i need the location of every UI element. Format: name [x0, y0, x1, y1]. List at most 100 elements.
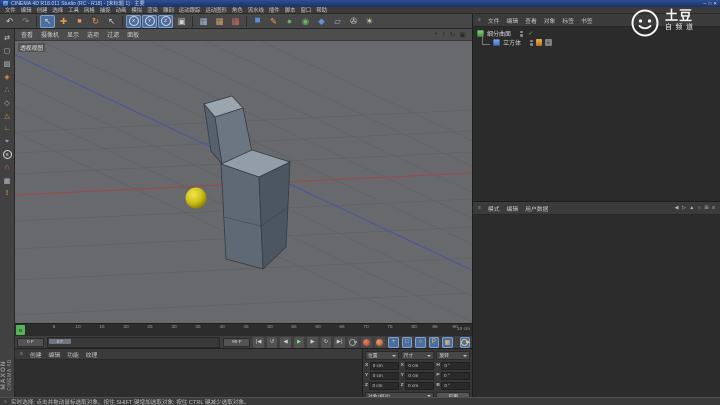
- mat-menu-create[interactable]: 创建: [30, 350, 42, 359]
- render-view-button[interactable]: ▦: [196, 15, 211, 28]
- panel-menu-icon[interactable]: ≡: [712, 205, 715, 211]
- viewport-solo-button[interactable]: ⌖: [1, 136, 13, 147]
- next-frame-button[interactable]: ▶: [307, 337, 317, 348]
- render-settings-button[interactable]: ▦: [228, 15, 243, 28]
- make-editable-button[interactable]: ⇄: [1, 32, 13, 43]
- goto-start-button[interactable]: |◀: [253, 337, 263, 348]
- end-frame-field[interactable]: 90 F: [223, 338, 250, 347]
- record-scale-toggle[interactable]: □: [402, 337, 412, 348]
- menu-animate[interactable]: 动画: [116, 6, 127, 14]
- size-dropdown[interactable]: 尺寸: [401, 351, 435, 360]
- om-menu-tags[interactable]: 标签: [562, 16, 574, 25]
- am-menu-mode[interactable]: 模式: [488, 204, 500, 213]
- selection-sphere[interactable]: [186, 188, 207, 209]
- am-menu-edit[interactable]: 编辑: [507, 204, 519, 213]
- menu-window[interactable]: 窗口: [301, 6, 312, 14]
- history-forward-icon[interactable]: ▷: [682, 205, 686, 211]
- texture-mode-button[interactable]: ▨: [1, 58, 13, 69]
- lock-element-icon[interactable]: ▲: [689, 205, 694, 211]
- live-selection-button[interactable]: ↖: [40, 15, 55, 28]
- current-frame-field[interactable]: 0 F: [17, 338, 44, 347]
- perspective-viewport[interactable]: 透视视图: [15, 41, 472, 323]
- pan-view-icon[interactable]: +: [434, 31, 438, 39]
- mat-menu-edit[interactable]: 编辑: [49, 350, 61, 359]
- frame-range-slider[interactable]: 0 F: [47, 337, 220, 348]
- redo-button[interactable]: ↷: [18, 15, 33, 28]
- previous-key-button[interactable]: ↺: [267, 337, 277, 348]
- coord-system-button[interactable]: ▣: [174, 15, 189, 28]
- menu-create[interactable]: 创建: [37, 6, 48, 14]
- lock-x-button[interactable]: X: [126, 15, 141, 28]
- om-menu-bookmarks[interactable]: 书签: [581, 16, 593, 25]
- phong-tag-icon[interactable]: ✕: [545, 39, 552, 46]
- filter-icon[interactable]: ⊞: [704, 205, 708, 211]
- play-button[interactable]: ▶: [294, 337, 304, 348]
- rot-b-field[interactable]: 0 °: [441, 382, 470, 391]
- enable-axis-button[interactable]: ∟: [1, 123, 13, 134]
- environment-button[interactable]: ▱: [330, 15, 345, 28]
- record-active-objects-button[interactable]: [361, 337, 371, 348]
- vp-menu-display[interactable]: 显示: [67, 30, 79, 39]
- om-menu-objects[interactable]: 对象: [544, 16, 556, 25]
- menu-pipeline[interactable]: 流水线: [248, 6, 264, 14]
- zoom-view-icon[interactable]: ↕: [442, 31, 446, 39]
- menu-sculpt[interactable]: 雕刻: [163, 6, 174, 14]
- material-list-area[interactable]: [15, 360, 362, 397]
- object-tree[interactable]: 细分曲面 ✓ 立方体 ✕: [473, 27, 720, 201]
- vp-menu-panel[interactable]: 面板: [127, 30, 139, 39]
- magnet-snap-button[interactable]: ∩: [1, 162, 13, 173]
- menu-character[interactable]: 角色: [232, 6, 243, 14]
- size-z-field[interactable]: 0 cm: [405, 382, 434, 391]
- undo-button[interactable]: ↶: [2, 15, 17, 28]
- move-tool-button[interactable]: ✚: [56, 15, 71, 28]
- vp-menu-filter[interactable]: 过滤: [107, 30, 119, 39]
- points-mode-button[interactable]: ∴: [1, 84, 13, 95]
- camera-button[interactable]: ✇: [346, 15, 361, 28]
- close-button[interactable]: ✕: [713, 1, 717, 7]
- menu-snap[interactable]: 捕捉: [100, 6, 111, 14]
- rot-p-field[interactable]: 0 °: [441, 372, 470, 381]
- menu-edit[interactable]: 编辑: [21, 6, 32, 14]
- minimize-button[interactable]: ─: [703, 1, 706, 7]
- vp-menu-view[interactable]: 查看: [21, 30, 33, 39]
- size-y-field[interactable]: 0 cm: [405, 372, 434, 381]
- lock-y-button[interactable]: Y: [142, 15, 157, 28]
- light-button[interactable]: ☀: [362, 15, 377, 28]
- pos-x-field[interactable]: 0 cm: [370, 362, 399, 371]
- menu-file[interactable]: 文件: [5, 6, 16, 14]
- menu-tools[interactable]: 工具: [68, 6, 79, 14]
- scale-tool-button[interactable]: ■: [72, 15, 87, 28]
- timeline-ruler[interactable]: 5 10 15 20 25 30 35 40 45 50 55 60 65 70…: [15, 323, 472, 335]
- menu-select[interactable]: 选择: [52, 6, 63, 14]
- record-position-toggle[interactable]: +: [388, 337, 398, 348]
- history-back-icon[interactable]: ◀: [675, 205, 679, 211]
- panel-burger-icon[interactable]: ≡: [478, 205, 481, 211]
- texture-tag-icon[interactable]: [536, 39, 543, 46]
- record-pla-toggle[interactable]: ▦: [442, 337, 452, 348]
- rotate-view-icon[interactable]: ↻: [450, 31, 456, 39]
- search-icon[interactable]: ○: [698, 205, 701, 211]
- previous-frame-button[interactable]: ◀: [280, 337, 290, 348]
- record-parameter-toggle[interactable]: P: [429, 337, 439, 348]
- menu-mesh[interactable]: 网格: [84, 6, 95, 14]
- menu-motion-tracker[interactable]: 运动跟踪: [179, 6, 201, 14]
- rot-h-field[interactable]: 0 °: [441, 362, 470, 371]
- visibility-dots[interactable]: [520, 31, 523, 37]
- enabled-check-icon[interactable]: ✓: [529, 31, 534, 37]
- model-mode-button[interactable]: ▢: [1, 45, 13, 56]
- polygons-mode-button[interactable]: △: [1, 110, 13, 121]
- autokey-button[interactable]: [460, 337, 470, 348]
- goto-end-button[interactable]: ▶|: [334, 337, 344, 348]
- record-keyframe-button[interactable]: [348, 337, 358, 348]
- mat-menu-function[interactable]: 功能: [67, 350, 79, 359]
- toggle-view-icon[interactable]: ▣: [459, 31, 466, 39]
- last-tool-button[interactable]: ↖: [104, 15, 119, 28]
- enable-snap-button[interactable]: S: [1, 149, 13, 160]
- next-key-button[interactable]: ↻: [321, 337, 331, 348]
- menu-render[interactable]: 渲染: [147, 6, 158, 14]
- rotate-tool-button[interactable]: ↻: [88, 15, 103, 28]
- mograph-button[interactable]: ◉: [298, 15, 313, 28]
- primitive-cube-button[interactable]: ■: [250, 15, 265, 28]
- panel-burger-icon[interactable]: ≡: [478, 17, 481, 23]
- vp-menu-cameras[interactable]: 摄像机: [41, 30, 59, 39]
